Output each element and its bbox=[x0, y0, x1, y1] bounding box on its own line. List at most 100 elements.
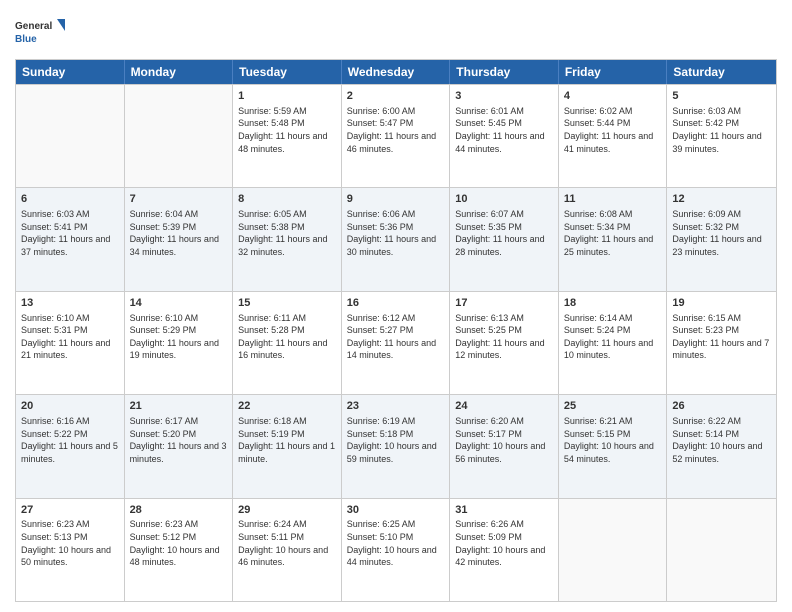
day-number: 21 bbox=[130, 399, 228, 414]
day-cell-19: 19Sunrise: 6:15 AM Sunset: 5:23 PM Dayli… bbox=[667, 292, 776, 394]
day-cell-1: 1Sunrise: 5:59 AM Sunset: 5:48 PM Daylig… bbox=[233, 85, 342, 187]
day-number: 22 bbox=[238, 399, 336, 414]
page-header: General Blue bbox=[15, 15, 777, 51]
day-number: 5 bbox=[672, 89, 771, 104]
day-number: 13 bbox=[21, 296, 119, 311]
day-cell-11: 11Sunrise: 6:08 AM Sunset: 5:34 PM Dayli… bbox=[559, 188, 668, 290]
header-cell-saturday: Saturday bbox=[667, 60, 776, 84]
day-info: Sunrise: 6:18 AM Sunset: 5:19 PM Dayligh… bbox=[238, 415, 336, 465]
day-cell-31: 31Sunrise: 6:26 AM Sunset: 5:09 PM Dayli… bbox=[450, 499, 559, 601]
day-cell-7: 7Sunrise: 6:04 AM Sunset: 5:39 PM Daylig… bbox=[125, 188, 234, 290]
day-info: Sunrise: 6:21 AM Sunset: 5:15 PM Dayligh… bbox=[564, 415, 662, 465]
day-number: 17 bbox=[455, 296, 553, 311]
day-cell-17: 17Sunrise: 6:13 AM Sunset: 5:25 PM Dayli… bbox=[450, 292, 559, 394]
day-cell-30: 30Sunrise: 6:25 AM Sunset: 5:10 PM Dayli… bbox=[342, 499, 451, 601]
svg-text:General: General bbox=[15, 21, 52, 32]
day-info: Sunrise: 6:23 AM Sunset: 5:13 PM Dayligh… bbox=[21, 518, 119, 568]
day-info: Sunrise: 6:17 AM Sunset: 5:20 PM Dayligh… bbox=[130, 415, 228, 465]
day-info: Sunrise: 6:09 AM Sunset: 5:32 PM Dayligh… bbox=[672, 208, 771, 258]
day-info: Sunrise: 6:15 AM Sunset: 5:23 PM Dayligh… bbox=[672, 312, 771, 362]
day-info: Sunrise: 6:16 AM Sunset: 5:22 PM Dayligh… bbox=[21, 415, 119, 465]
day-cell-4: 4Sunrise: 6:02 AM Sunset: 5:44 PM Daylig… bbox=[559, 85, 668, 187]
day-info: Sunrise: 6:22 AM Sunset: 5:14 PM Dayligh… bbox=[672, 415, 771, 465]
day-cell-16: 16Sunrise: 6:12 AM Sunset: 5:27 PM Dayli… bbox=[342, 292, 451, 394]
day-cell-21: 21Sunrise: 6:17 AM Sunset: 5:20 PM Dayli… bbox=[125, 395, 234, 497]
day-number: 30 bbox=[347, 503, 445, 518]
day-info: Sunrise: 6:10 AM Sunset: 5:31 PM Dayligh… bbox=[21, 312, 119, 362]
day-cell-5: 5Sunrise: 6:03 AM Sunset: 5:42 PM Daylig… bbox=[667, 85, 776, 187]
header-cell-monday: Monday bbox=[125, 60, 234, 84]
day-info: Sunrise: 6:01 AM Sunset: 5:45 PM Dayligh… bbox=[455, 105, 553, 155]
day-cell-13: 13Sunrise: 6:10 AM Sunset: 5:31 PM Dayli… bbox=[16, 292, 125, 394]
day-number: 25 bbox=[564, 399, 662, 414]
day-info: Sunrise: 6:03 AM Sunset: 5:42 PM Dayligh… bbox=[672, 105, 771, 155]
calendar-row: 1Sunrise: 5:59 AM Sunset: 5:48 PM Daylig… bbox=[16, 84, 776, 187]
day-cell-24: 24Sunrise: 6:20 AM Sunset: 5:17 PM Dayli… bbox=[450, 395, 559, 497]
day-info: Sunrise: 6:02 AM Sunset: 5:44 PM Dayligh… bbox=[564, 105, 662, 155]
header-cell-friday: Friday bbox=[559, 60, 668, 84]
day-number: 31 bbox=[455, 503, 553, 518]
day-info: Sunrise: 6:20 AM Sunset: 5:17 PM Dayligh… bbox=[455, 415, 553, 465]
day-cell-27: 27Sunrise: 6:23 AM Sunset: 5:13 PM Dayli… bbox=[16, 499, 125, 601]
day-number: 20 bbox=[21, 399, 119, 414]
day-number: 14 bbox=[130, 296, 228, 311]
calendar-row: 6Sunrise: 6:03 AM Sunset: 5:41 PM Daylig… bbox=[16, 187, 776, 290]
day-number: 19 bbox=[672, 296, 771, 311]
day-cell-3: 3Sunrise: 6:01 AM Sunset: 5:45 PM Daylig… bbox=[450, 85, 559, 187]
calendar-header: SundayMondayTuesdayWednesdayThursdayFrid… bbox=[16, 60, 776, 84]
day-cell-12: 12Sunrise: 6:09 AM Sunset: 5:32 PM Dayli… bbox=[667, 188, 776, 290]
day-info: Sunrise: 6:05 AM Sunset: 5:38 PM Dayligh… bbox=[238, 208, 336, 258]
empty-cell bbox=[16, 85, 125, 187]
day-info: Sunrise: 6:14 AM Sunset: 5:24 PM Dayligh… bbox=[564, 312, 662, 362]
day-info: Sunrise: 6:10 AM Sunset: 5:29 PM Dayligh… bbox=[130, 312, 228, 362]
day-cell-22: 22Sunrise: 6:18 AM Sunset: 5:19 PM Dayli… bbox=[233, 395, 342, 497]
day-number: 24 bbox=[455, 399, 553, 414]
day-number: 12 bbox=[672, 192, 771, 207]
day-info: Sunrise: 6:03 AM Sunset: 5:41 PM Dayligh… bbox=[21, 208, 119, 258]
day-number: 1 bbox=[238, 89, 336, 104]
day-info: Sunrise: 6:07 AM Sunset: 5:35 PM Dayligh… bbox=[455, 208, 553, 258]
calendar-row: 13Sunrise: 6:10 AM Sunset: 5:31 PM Dayli… bbox=[16, 291, 776, 394]
day-info: Sunrise: 6:24 AM Sunset: 5:11 PM Dayligh… bbox=[238, 518, 336, 568]
day-info: Sunrise: 6:25 AM Sunset: 5:10 PM Dayligh… bbox=[347, 518, 445, 568]
day-cell-15: 15Sunrise: 6:11 AM Sunset: 5:28 PM Dayli… bbox=[233, 292, 342, 394]
calendar-body: 1Sunrise: 5:59 AM Sunset: 5:48 PM Daylig… bbox=[16, 84, 776, 601]
day-number: 16 bbox=[347, 296, 445, 311]
day-number: 10 bbox=[455, 192, 553, 207]
day-info: Sunrise: 6:19 AM Sunset: 5:18 PM Dayligh… bbox=[347, 415, 445, 465]
header-cell-wednesday: Wednesday bbox=[342, 60, 451, 84]
day-number: 9 bbox=[347, 192, 445, 207]
empty-cell bbox=[559, 499, 668, 601]
day-number: 26 bbox=[672, 399, 771, 414]
day-number: 23 bbox=[347, 399, 445, 414]
day-info: Sunrise: 5:59 AM Sunset: 5:48 PM Dayligh… bbox=[238, 105, 336, 155]
logo-icon: General Blue bbox=[15, 15, 65, 51]
day-info: Sunrise: 6:11 AM Sunset: 5:28 PM Dayligh… bbox=[238, 312, 336, 362]
header-cell-sunday: Sunday bbox=[16, 60, 125, 84]
day-cell-23: 23Sunrise: 6:19 AM Sunset: 5:18 PM Dayli… bbox=[342, 395, 451, 497]
svg-text:Blue: Blue bbox=[15, 34, 37, 45]
day-info: Sunrise: 6:04 AM Sunset: 5:39 PM Dayligh… bbox=[130, 208, 228, 258]
day-info: Sunrise: 6:06 AM Sunset: 5:36 PM Dayligh… bbox=[347, 208, 445, 258]
day-number: 6 bbox=[21, 192, 119, 207]
day-info: Sunrise: 6:08 AM Sunset: 5:34 PM Dayligh… bbox=[564, 208, 662, 258]
day-cell-29: 29Sunrise: 6:24 AM Sunset: 5:11 PM Dayli… bbox=[233, 499, 342, 601]
day-number: 15 bbox=[238, 296, 336, 311]
calendar-row: 20Sunrise: 6:16 AM Sunset: 5:22 PM Dayli… bbox=[16, 394, 776, 497]
day-cell-25: 25Sunrise: 6:21 AM Sunset: 5:15 PM Dayli… bbox=[559, 395, 668, 497]
day-info: Sunrise: 6:13 AM Sunset: 5:25 PM Dayligh… bbox=[455, 312, 553, 362]
day-number: 8 bbox=[238, 192, 336, 207]
day-cell-26: 26Sunrise: 6:22 AM Sunset: 5:14 PM Dayli… bbox=[667, 395, 776, 497]
day-cell-20: 20Sunrise: 6:16 AM Sunset: 5:22 PM Dayli… bbox=[16, 395, 125, 497]
day-info: Sunrise: 6:00 AM Sunset: 5:47 PM Dayligh… bbox=[347, 105, 445, 155]
day-cell-14: 14Sunrise: 6:10 AM Sunset: 5:29 PM Dayli… bbox=[125, 292, 234, 394]
day-number: 3 bbox=[455, 89, 553, 104]
calendar-row: 27Sunrise: 6:23 AM Sunset: 5:13 PM Dayli… bbox=[16, 498, 776, 601]
day-cell-9: 9Sunrise: 6:06 AM Sunset: 5:36 PM Daylig… bbox=[342, 188, 451, 290]
empty-cell bbox=[667, 499, 776, 601]
logo: General Blue bbox=[15, 15, 65, 51]
day-cell-10: 10Sunrise: 6:07 AM Sunset: 5:35 PM Dayli… bbox=[450, 188, 559, 290]
day-cell-28: 28Sunrise: 6:23 AM Sunset: 5:12 PM Dayli… bbox=[125, 499, 234, 601]
day-number: 7 bbox=[130, 192, 228, 207]
day-info: Sunrise: 6:26 AM Sunset: 5:09 PM Dayligh… bbox=[455, 518, 553, 568]
